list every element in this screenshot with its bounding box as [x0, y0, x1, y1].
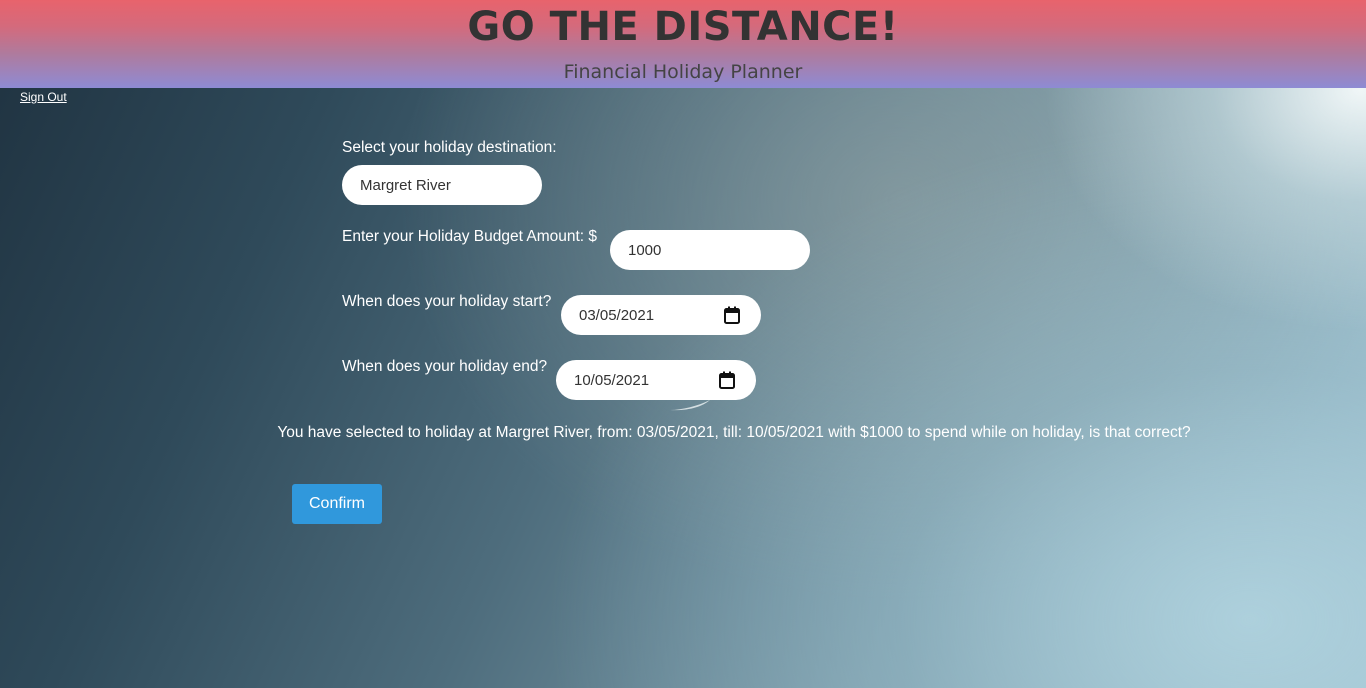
destination-label: Select your holiday destination:	[342, 139, 557, 156]
app-header: GO THE DISTANCE! Financial Holiday Plann…	[0, 0, 1366, 88]
end-date-value: 10/05/2021	[574, 371, 650, 389]
destination-value: Margret River	[360, 176, 451, 194]
app-subtitle: Financial Holiday Planner	[563, 61, 803, 83]
confirm-button[interactable]: Confirm	[292, 484, 382, 524]
end-date-input[interactable]: 10/05/2021	[556, 360, 756, 400]
selection-summary: You have selected to holiday at Margret …	[277, 424, 1191, 441]
budget-label: Enter your Holiday Budget Amount: $	[342, 228, 598, 245]
background-bird-image	[670, 400, 710, 411]
start-date-value: 03/05/2021	[579, 306, 655, 324]
sign-out-link[interactable]: Sign Out	[20, 90, 67, 104]
budget-value: 1000	[628, 241, 662, 259]
app-title: GO THE DISTANCE!	[467, 4, 899, 50]
calendar-icon[interactable]	[719, 371, 735, 389]
budget-input[interactable]: 1000	[610, 230, 810, 270]
destination-input[interactable]: Margret River	[342, 165, 542, 205]
start-date-label: When does your holiday start?	[342, 293, 552, 310]
start-date-input[interactable]: 03/05/2021	[561, 295, 761, 335]
calendar-icon[interactable]	[724, 306, 740, 324]
end-date-label: When does your holiday end?	[342, 358, 548, 375]
